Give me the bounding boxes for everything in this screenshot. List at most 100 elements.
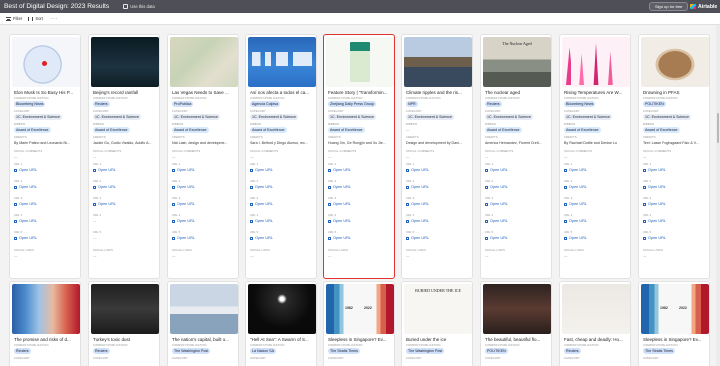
open-url-link[interactable]: Open URL [14,185,37,189]
thumbnail-year-end: 2022 [364,306,372,310]
open-url-link[interactable]: Open URL [328,185,351,189]
category-tag: 1C. Environment & Science [485,114,533,120]
copy-base-button[interactable]: Use this data [123,4,155,9]
open-url-link[interactable]: Open URL [564,185,587,189]
open-url-link[interactable]: Open URL [406,236,429,240]
filter-button[interactable]: Filter [6,16,22,21]
field-label-ribbon: RIBBON [406,123,418,126]
card-thumbnail [562,37,630,87]
brand-link[interactable]: Airtable [690,2,717,11]
open-url-link[interactable]: Open URL [406,168,429,172]
open-url-link[interactable]: Open URL [93,202,116,206]
scrollbar-thumb[interactable] [716,113,720,143]
open-url-link[interactable]: Open URL [643,219,666,223]
field-label-credits: CREDITS [93,136,106,139]
field-label-social-comments: SOCIAL COMMENTS [93,150,122,153]
open-url-link[interactable]: Open URL [564,168,587,172]
vertical-scrollbar[interactable] [716,25,720,366]
field-label-url-5: URL 5 [172,231,181,234]
external-link-icon [328,219,331,223]
card-title: The promise and risks of d... [14,337,71,342]
gallery-card[interactable]: Beijing's record rainfall COMPANY/PUBLICA… [88,34,160,279]
open-url-link[interactable]: Open URL [328,236,351,240]
open-url-link[interactable]: Open URL [406,185,429,189]
external-link-icon [14,185,17,189]
field-label-url-4: URL 4 [643,214,652,217]
field-label-url-1: URL 1 [485,163,494,166]
field-label-publication: COMPANY/PUBLICATION [564,344,599,347]
copy-icon [123,4,129,9]
open-url-link[interactable]: Open URL [485,168,508,172]
gallery-card[interactable]: The beautiful, beautiful flo... COMPANY/P… [480,281,552,366]
open-url-link[interactable]: Open URL [643,202,666,206]
open-url-link[interactable]: Open URL [14,219,37,223]
open-url-link[interactable]: Open URL [250,185,273,189]
field-label-publication: COMPANY/PUBLICATION [406,97,441,100]
gallery-card[interactable]: Elon Musk Is So Busy His P... COMPANY/PUB… [9,34,81,279]
open-url-label: Open URL [177,202,195,206]
open-url-link[interactable]: Open URL [564,219,587,223]
filter-icon [6,16,11,21]
open-url-link[interactable]: Open URL [643,185,666,189]
open-url-link[interactable]: Open URL [328,168,351,172]
gallery-card[interactable]: The nation's capital, built o... COMPANY/… [167,281,239,366]
credits-text: Jackie Gu, Gudio Vizaldo, Adolfo A... [93,141,152,145]
field-label-ribbon: RIBBON [14,123,26,126]
open-url-link[interactable]: Open URL [172,202,195,206]
gallery-card[interactable]: The Nuclear Aged The nuclear aged COMPANY/… [480,34,552,279]
open-url-link[interactable]: Open URL [14,236,37,240]
open-url-link[interactable]: Open URL [172,168,195,172]
open-url-link[interactable]: Open URL [250,236,273,240]
open-url-link[interactable]: Open URL [643,236,666,240]
more-options-button[interactable]: ··· [51,16,58,22]
gallery-card[interactable]: 1982 2022 Sleepless in Singapore? Ev... COM… [323,281,395,366]
field-label-category: CATEGORY [485,110,501,113]
open-url-link[interactable]: Open URL [93,185,116,189]
social-comments-empty: — [564,155,568,159]
open-url-link[interactable]: Open URL [643,168,666,172]
gallery-card[interactable]: Fast, cheap and deadly: Ho... COMPANY/PUB… [559,281,631,366]
open-url-link[interactable]: Open URL [172,236,195,240]
field-label-category: CATEGORY [564,357,580,360]
gallery-card[interactable]: Rising Temperatures Are W... COMPANY/PUBL… [559,34,631,279]
open-url-link[interactable]: Open URL [485,202,508,206]
external-link-icon [406,168,409,172]
open-url-link[interactable]: Open URL [250,168,273,172]
signup-button[interactable]: Sign up for free [649,2,689,11]
card-title: Feature Story | 'Transformin... [328,90,388,95]
field-label-category: CATEGORY [93,110,109,113]
open-url-link[interactable]: Open URL [172,219,195,223]
open-url-link[interactable]: Open URL [250,202,273,206]
gallery-card[interactable]: "Hell At Sea": A Swarm of S... COMPANY/PU… [245,281,317,366]
open-url-link[interactable]: Open URL [14,202,37,206]
gallery-card[interactable]: Turkey's toxic dust COMPANY/PUBLICATION Re… [88,281,160,366]
open-url-link[interactable]: Open URL [406,219,429,223]
gallery-card[interactable]: Las Vegas Needs to Save ... COMPANY/PUBLI… [167,34,239,279]
field-label-category: CATEGORY [643,110,659,113]
gallery-card[interactable]: 1982 2022 Sleepless in Singapore? Ev... COM… [638,281,710,366]
open-url-link[interactable]: Open URL [564,202,587,206]
social-links-empty: — [14,254,18,258]
open-url-link[interactable]: Open URL [14,168,37,172]
open-url-link[interactable]: Open URL [406,202,429,206]
open-url-link[interactable]: Open URL [564,236,587,240]
card-thumbnail: 1982 2022 [641,284,709,334]
gallery-card[interactable]: Climate ripples and the ris... COMPANY/PU… [401,34,473,279]
gallery-card[interactable]: BURIED UNDER THE ICE Buried under the ice… [401,281,473,366]
open-url-link[interactable]: Open URL [328,219,351,223]
open-url-link[interactable]: Open URL [172,185,195,189]
open-url-link[interactable]: Open URL [485,236,508,240]
gallery-card[interactable]: Feature Story | 'Transformin... COMPANY/P… [323,34,395,279]
sort-button[interactable]: Sort [28,16,43,21]
open-url-link[interactable]: Open URL [485,185,508,189]
open-url-label: Open URL [648,236,666,240]
gallery-card[interactable]: Drowning in PFAS COMPANY/PUBLICATION POLIT… [638,34,710,279]
gallery-card[interactable]: Así nos afecta a todos el ca... COMPANY/P… [245,34,317,279]
field-label-publication: COMPANY/PUBLICATION [250,344,285,347]
gallery-card[interactable]: The promise and risks of d... COMPANY/PUB… [9,281,81,366]
open-url-link[interactable]: Open URL [485,219,508,223]
open-url-link[interactable]: Open URL [328,202,351,206]
open-url-link[interactable]: Open URL [93,168,116,172]
open-url-link[interactable]: Open URL [250,219,273,223]
publication-tag: POLITIKEN [485,348,508,354]
